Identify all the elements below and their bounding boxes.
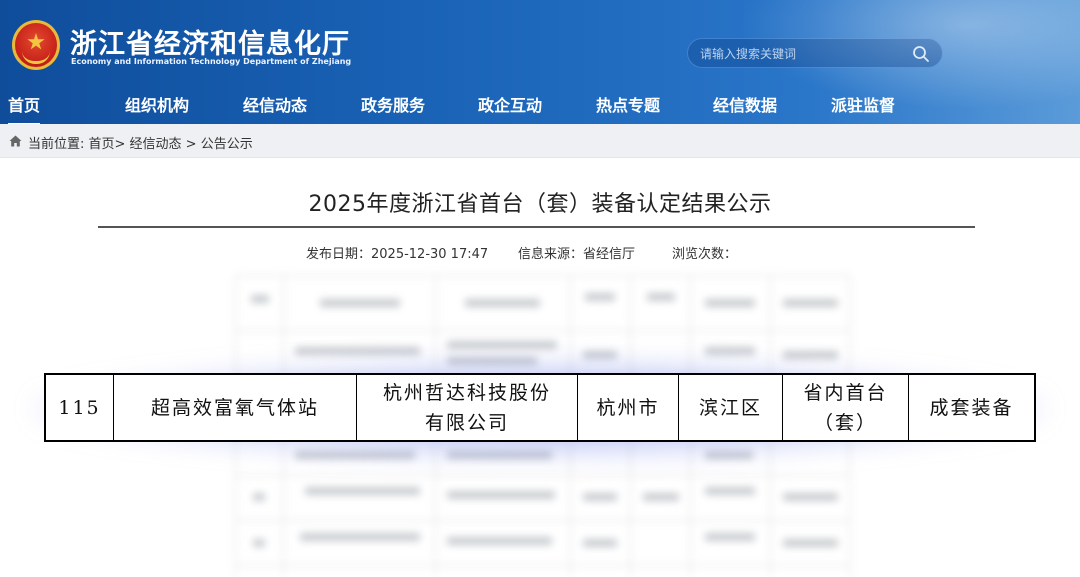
national-emblem-icon	[12, 20, 60, 70]
site-title[interactable]: 浙江省经济和信息化厅	[70, 22, 350, 61]
cell-index: 115	[46, 375, 114, 440]
cell-district: 滨江区	[679, 375, 783, 440]
cell-category: 成套装备	[929, 396, 1014, 419]
main-nav: 首页 组织机构 经信动态 政务服务 政企互动 热点专题 经信数据 派驻监督	[0, 86, 1080, 126]
page-title: 2025年度浙江省首台（套）装备认定结果公示	[308, 192, 772, 217]
search-box	[687, 38, 943, 68]
view-count: 浏览次数：	[672, 247, 738, 262]
search-icon[interactable]	[912, 45, 930, 63]
breadcrumb-text[interactable]: 当前位置: 首页> 经信动态 > 公告公示	[28, 133, 253, 152]
nav-news[interactable]: 经信动态	[243, 92, 307, 116]
nav-home[interactable]: 首页	[8, 92, 41, 126]
home-icon	[9, 135, 22, 147]
level-line-2: （套）	[813, 411, 877, 434]
nav-supervision[interactable]: 派驻监督	[831, 92, 895, 116]
title-divider	[98, 226, 975, 228]
cell-product-name: 超高效富氧气体站	[114, 375, 357, 440]
company-line-2: 有限公司	[424, 411, 509, 434]
cell-company: 杭州哲达科技股份 有限公司	[357, 375, 578, 440]
nav-interaction[interactable]: 政企互动	[478, 92, 542, 116]
highlighted-table-row: 115 超高效富氧气体站 杭州哲达科技股份 有限公司 杭州市 滨江区 省内首台 …	[44, 373, 1036, 442]
company-line-1: 杭州哲达科技股份	[382, 381, 551, 404]
publish-date: 发布日期：2025-12-30 17:47	[306, 247, 489, 262]
info-source: 信息来源：省经信厅	[518, 247, 636, 262]
level-line-1: 省内首台	[803, 381, 888, 404]
nav-organization[interactable]: 组织机构	[125, 92, 189, 116]
site-subtitle: Economy and Information Technology Depar…	[71, 57, 352, 66]
nav-topics[interactable]: 热点专题	[596, 92, 660, 116]
site-header: 浙江省经济和信息化厅 Economy and Information Techn…	[0, 0, 1080, 126]
cell-city: 杭州市	[578, 375, 679, 440]
cell-level: 省内首台 （套）	[783, 375, 909, 440]
search-input[interactable]	[700, 43, 900, 65]
nav-data[interactable]: 经信数据	[713, 92, 777, 116]
breadcrumb: 当前位置: 首页> 经信动态 > 公告公示	[0, 124, 1080, 158]
nav-government-services[interactable]: 政务服务	[361, 92, 425, 116]
